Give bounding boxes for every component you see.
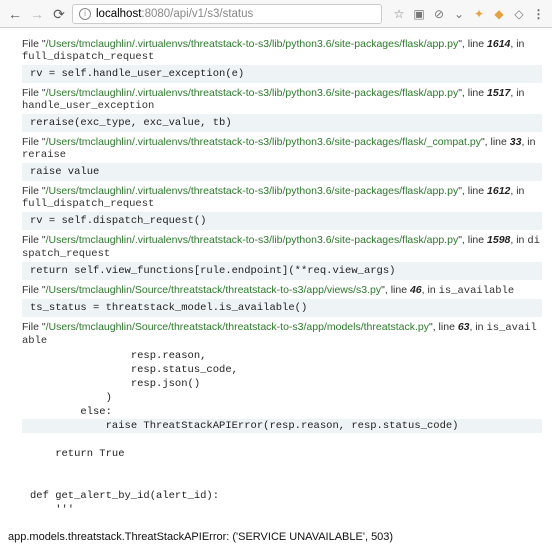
code-context-line: return True bbox=[22, 447, 542, 461]
code-context-line: resp.json() bbox=[22, 377, 542, 391]
traceback-frame: File "/Users/tmclaughlin/.virtualenvs/th… bbox=[22, 87, 542, 132]
frame-code-line: rv = self.dispatch_request() bbox=[22, 212, 542, 230]
frame-file-line: File "/Users/tmclaughlin/Source/threatst… bbox=[22, 321, 542, 347]
traceback-frame: File "/Users/tmclaughlin/.virtualenvs/th… bbox=[22, 234, 542, 280]
url-host: localhost bbox=[96, 8, 141, 20]
code-context-line: else: bbox=[22, 405, 542, 419]
traceback-frame: File "/Users/tmclaughlin/.virtualenvs/th… bbox=[22, 38, 542, 83]
frame-code-line: return self.view_functions[rule.endpoint… bbox=[22, 262, 542, 280]
url-port: :8080 bbox=[141, 8, 170, 20]
traceback-frame: File "/Users/tmclaughlin/Source/threatst… bbox=[22, 284, 542, 317]
frame-code-line: ts_status = threatstack_model.is_availab… bbox=[22, 299, 542, 317]
frame-file-line: File "/Users/tmclaughlin/.virtualenvs/th… bbox=[22, 38, 542, 63]
traceback-frame: File "/Users/tmclaughlin/.virtualenvs/th… bbox=[22, 136, 542, 181]
code-context-line: resp.reason, bbox=[22, 349, 542, 363]
site-info-icon[interactable]: i bbox=[79, 8, 91, 20]
code-context-line bbox=[22, 461, 542, 475]
frame-file-line: File "/Users/tmclaughlin/.virtualenvs/th… bbox=[22, 87, 542, 112]
back-button[interactable]: ← bbox=[6, 5, 24, 23]
traceback-frame: File "/Users/tmclaughlin/.virtualenvs/th… bbox=[22, 185, 542, 230]
extension-icon-3[interactable]: ◇ bbox=[512, 7, 526, 21]
code-context-line: def get_alert_by_id(alert_id): bbox=[22, 489, 542, 503]
frame-file-line: File "/Users/tmclaughlin/.virtualenvs/th… bbox=[22, 136, 542, 161]
address-bar[interactable]: i localhost:8080/api/v1/s3/status bbox=[72, 4, 382, 24]
frame-code-line: reraise(exc_type, exc_value, tb) bbox=[22, 114, 542, 132]
frame-file-line: File "/Users/tmclaughlin/Source/threatst… bbox=[22, 284, 542, 297]
forward-button[interactable]: → bbox=[28, 5, 46, 23]
star-icon[interactable]: ☆ bbox=[392, 7, 406, 21]
extension-icon-1[interactable]: ✦ bbox=[472, 7, 486, 21]
stop-icon[interactable]: ⊘ bbox=[432, 7, 446, 21]
code-context-line bbox=[22, 475, 542, 489]
frame-code-context: resp.reason, resp.status_code, resp.json… bbox=[22, 349, 542, 517]
frame-code-line: raise value bbox=[22, 163, 542, 181]
cast-icon[interactable]: ▣ bbox=[412, 7, 426, 21]
exception-summary: app.models.threatstack.ThreatStackAPIErr… bbox=[8, 531, 542, 543]
menu-icon[interactable]: ⋮ bbox=[532, 7, 546, 21]
pocket-icon[interactable]: ⌄ bbox=[452, 7, 466, 21]
reload-button[interactable]: ⟳ bbox=[50, 5, 68, 23]
code-context-line bbox=[22, 433, 542, 447]
code-context-line: resp.status_code, bbox=[22, 363, 542, 377]
traceback-frame-last: File "/Users/tmclaughlin/Source/threatst… bbox=[22, 321, 542, 517]
frame-code-line: rv = self.handle_user_exception(e) bbox=[22, 65, 542, 83]
toolbar-right: ☆ ▣ ⊘ ⌄ ✦ ◆ ◇ ⋮ bbox=[392, 7, 546, 21]
code-context-line: raise ThreatStackAPIError(resp.reason, r… bbox=[22, 419, 542, 433]
code-context-line: ''' bbox=[22, 503, 542, 517]
browser-toolbar: ← → ⟳ i localhost:8080/api/v1/s3/status … bbox=[0, 0, 552, 28]
frame-file-line: File "/Users/tmclaughlin/.virtualenvs/th… bbox=[22, 185, 542, 210]
url-path: /api/v1/s3/status bbox=[170, 8, 253, 20]
traceback-content: File "/Users/tmclaughlin/.virtualenvs/th… bbox=[0, 28, 552, 550]
frame-file-line: File "/Users/tmclaughlin/.virtualenvs/th… bbox=[22, 234, 542, 260]
code-context-line: ) bbox=[22, 391, 542, 405]
extension-icon-2[interactable]: ◆ bbox=[492, 7, 506, 21]
